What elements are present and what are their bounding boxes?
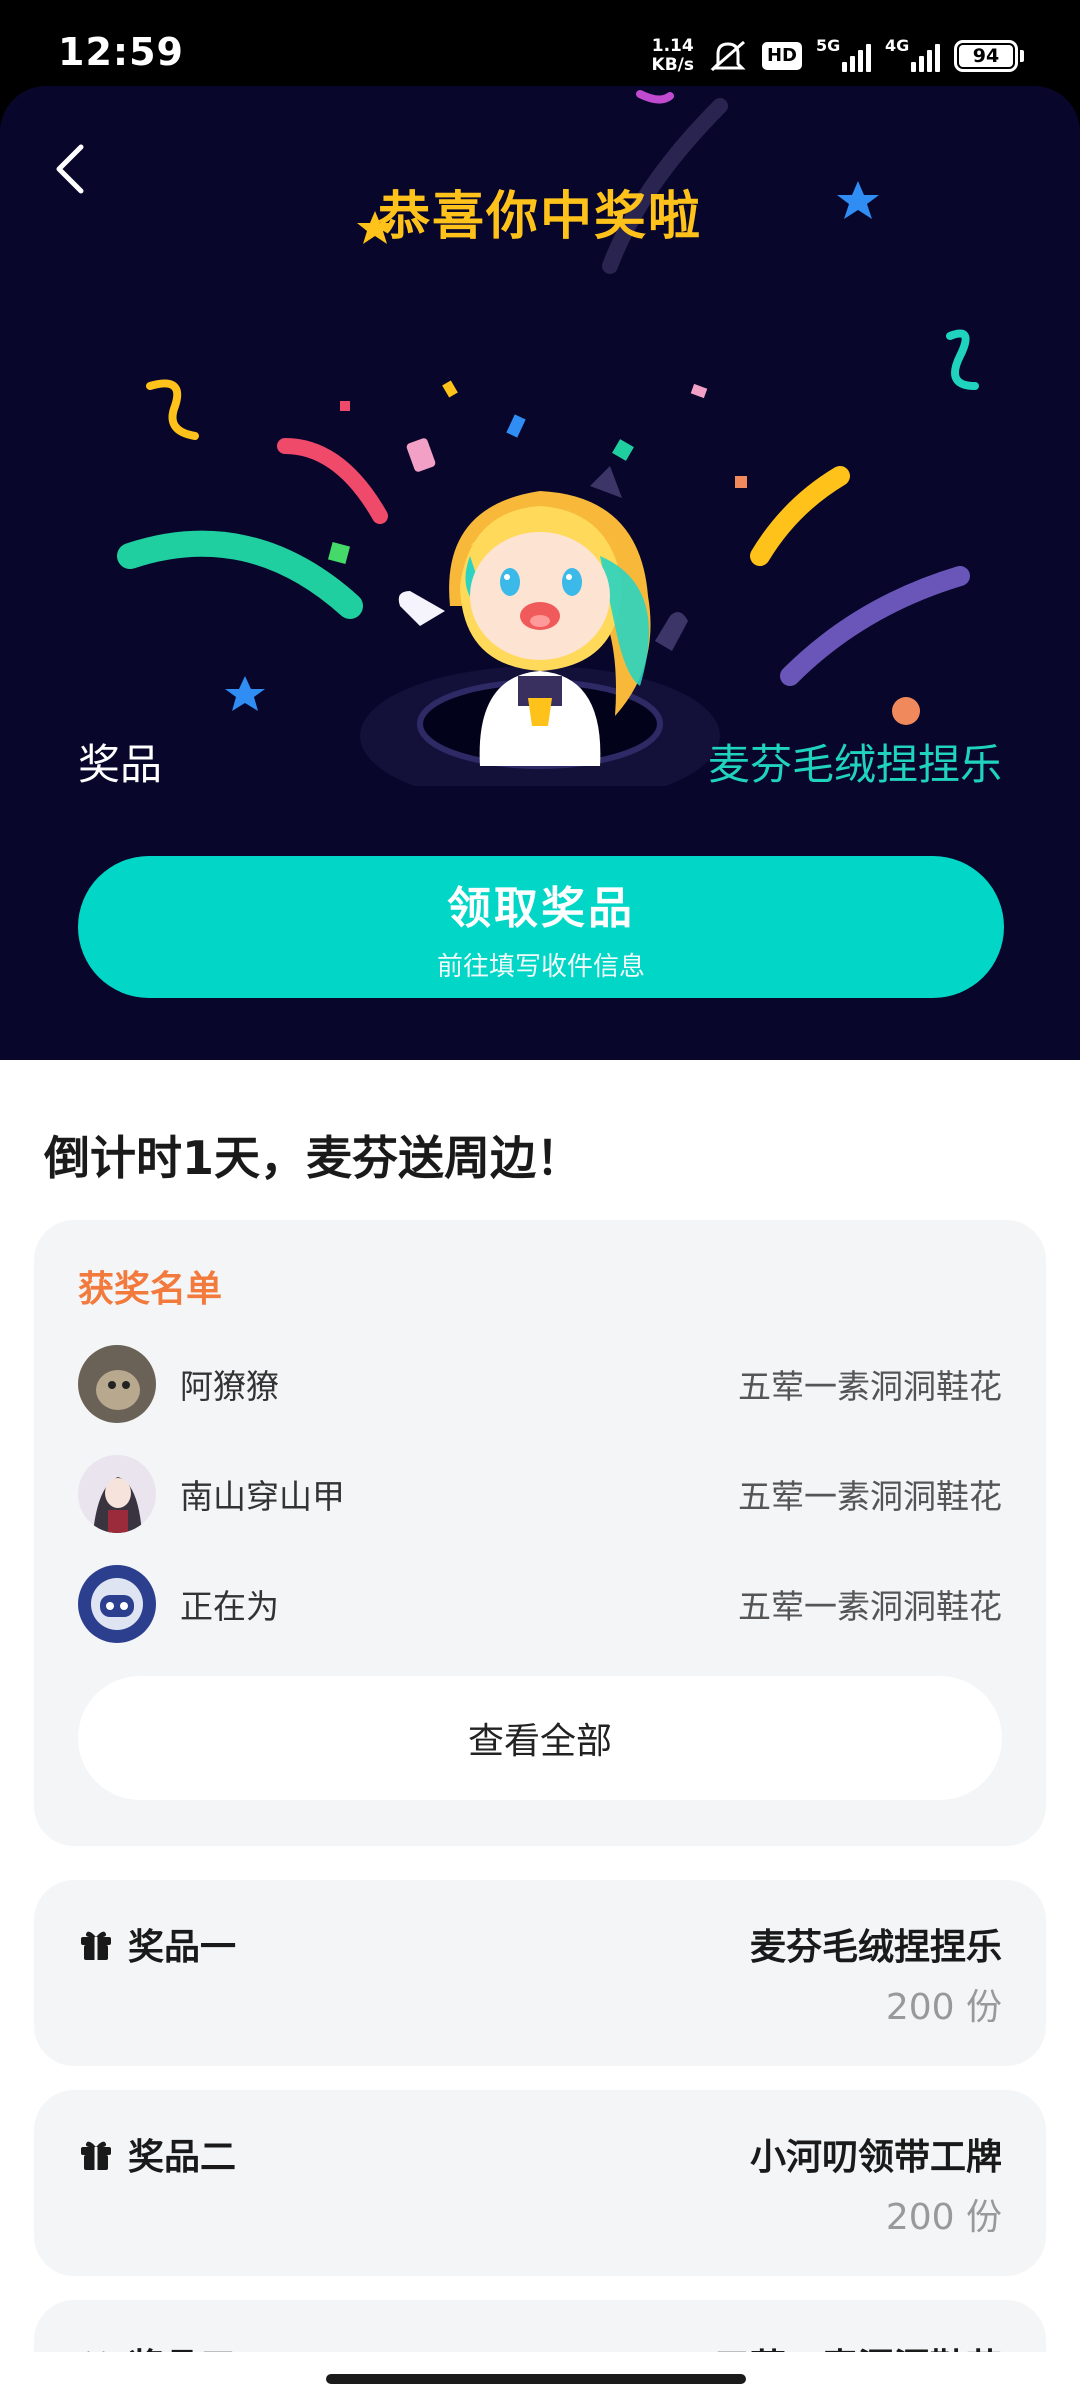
prize-name: 麦芬毛绒捏捏乐 <box>707 740 1002 789</box>
network-speed-value: 1.14 <box>651 36 694 56</box>
view-all-button[interactable]: 查看全部 <box>78 1676 1002 1800</box>
winner-row: 南山穿山甲 五荤一素洞洞鞋花 <box>78 1454 1002 1534</box>
prize-card-count: 200 份 <box>885 1987 1002 2028</box>
content-area: 倒计时1天，麦芬送周边！ 获奖名单 阿獠獠 五荤一素洞洞鞋花 南山穿山甲 五荤一… <box>0 1060 1080 2400</box>
battery-icon: 94 <box>954 40 1024 72</box>
winners-card: 获奖名单 阿獠獠 五荤一素洞洞鞋花 南山穿山甲 五荤一素洞洞鞋花 正在为 五荤一… <box>34 1220 1046 1846</box>
prize-card-name: 小河叨领带工牌 <box>749 2137 1002 2178</box>
winner-name: 阿獠獠 <box>180 1367 279 1406</box>
prize-card-count: 200 份 <box>885 2197 1002 2238</box>
signal-5g-icon: 5G <box>816 36 871 72</box>
signal-4g-label: 4G <box>885 36 910 55</box>
network-speed: 1.14 KB/s <box>652 37 694 75</box>
winners-title: 获奖名单 <box>78 1269 223 1310</box>
claim-prize-button[interactable]: 领取奖品 前往填写收件信息 <box>78 856 1004 998</box>
status-icons: 1.14 KB/s HD 5G 4G 94 <box>652 34 1024 78</box>
battery-level: 94 <box>959 45 1013 67</box>
winner-name: 正在为 <box>180 1587 279 1626</box>
home-indicator[interactable] <box>326 2374 746 2384</box>
winner-row: 正在为 五荤一素洞洞鞋花 <box>78 1564 1002 1644</box>
winner-name: 南山穿山甲 <box>180 1477 345 1516</box>
avatar <box>78 1345 156 1423</box>
prize-card-label: 奖品二 <box>128 2137 237 2178</box>
gift-icon <box>81 2141 111 2170</box>
prize-hero: 恭喜你中奖啦 奖品 麦芬毛绒捏捏乐 领取奖品 前往填写收件信息 <box>0 86 1080 1066</box>
claim-button-sublabel: 前往填写收件信息 <box>436 951 645 982</box>
prize-card-label: 奖品一 <box>128 1927 237 1968</box>
network-speed-unit: KB/s <box>651 55 694 75</box>
avatar <box>78 1565 156 1643</box>
winner-row: 阿獠獠 五荤一素洞洞鞋花 <box>78 1344 1002 1424</box>
gift-icon <box>81 1931 111 1960</box>
signal-4g-icon: 4G <box>885 36 940 72</box>
winner-prize: 五荤一素洞洞鞋花 <box>738 1587 1002 1626</box>
prize-card: 奖品一 麦芬毛绒捏捏乐 200 份 <box>34 1880 1046 2066</box>
avatar <box>78 1455 156 1533</box>
hd-icon: HD <box>761 42 802 70</box>
winner-prize: 五荤一素洞洞鞋花 <box>738 1367 1002 1406</box>
prize-card: 奖品二 小河叨领带工牌 200 份 <box>34 2090 1046 2276</box>
signal-5g-label: 5G <box>816 36 841 55</box>
prize-card-name: 麦芬毛绒捏捏乐 <box>749 1927 1002 1968</box>
hd-label: HD <box>761 42 802 70</box>
status-time: 12:59 <box>58 30 184 74</box>
page-title: 恭喜你中奖啦 <box>377 187 702 247</box>
prize-label: 奖品 <box>78 740 163 789</box>
winner-prize: 五荤一素洞洞鞋花 <box>738 1477 1002 1516</box>
claim-button-label: 领取奖品 <box>447 882 635 934</box>
section-title: 倒计时1天，麦芬送周边！ <box>44 1131 583 1185</box>
mute-vibrate-icon <box>708 38 748 74</box>
